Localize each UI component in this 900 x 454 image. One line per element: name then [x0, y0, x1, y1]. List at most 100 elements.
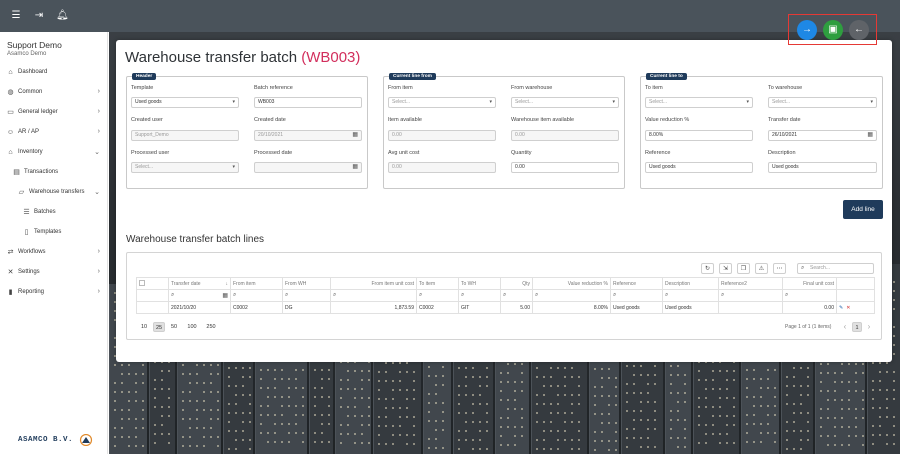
delete-icon[interactable]: ✕ [846, 305, 850, 311]
building-window [399, 380, 401, 382]
processed-user-placeholder: Select... [135, 164, 154, 170]
more-button[interactable]: ⋯ [773, 263, 786, 274]
building-window [514, 363, 516, 365]
building-window [615, 404, 617, 406]
template-label: Template [131, 85, 154, 91]
refresh-button[interactable]: ↻ [701, 263, 714, 274]
building-window [260, 432, 262, 434]
filter-cell[interactable]: ⌕ [610, 289, 663, 302]
filter-cell[interactable]: ⌕ [532, 289, 611, 302]
transfer-date-input[interactable]: 26/10/2021 ▦ [768, 130, 877, 141]
add-line-button[interactable]: Add line [843, 200, 883, 219]
building-window [161, 415, 163, 417]
column-header[interactable]: Description [662, 277, 719, 290]
select-all-cell[interactable] [136, 277, 169, 290]
processed-date-input[interactable]: ▦ [254, 162, 362, 173]
column-header[interactable]: To item [416, 277, 459, 290]
building-window [385, 407, 387, 409]
to-item-select[interactable]: Select... ▾ [645, 97, 753, 108]
reference-input[interactable]: Used goods [645, 162, 753, 173]
page-size-option[interactable]: 50 [168, 322, 180, 332]
column-header[interactable]: Transfer date ↓ [168, 277, 231, 290]
column-header[interactable]: From WH [282, 277, 331, 290]
building-window [347, 388, 349, 390]
filter-cell[interactable]: ⌕ [782, 289, 837, 302]
building-window [135, 436, 137, 438]
quantity-input[interactable]: 0.00 [511, 162, 619, 173]
filter-cell[interactable]: ⌕ ▦ [168, 289, 231, 302]
table-row[interactable]: 2021/10/20 C0002 DG 1,873.59 C0002 GIT 5… [136, 301, 875, 314]
filter-cell[interactable]: ⌕ [662, 289, 719, 302]
building-window [235, 439, 237, 441]
filter-cell[interactable]: ⌕ [330, 289, 417, 302]
sidebar-item-settings[interactable]: ✕ Settings › [6, 265, 106, 279]
building-window [677, 374, 679, 376]
sidebar-item-general-ledger[interactable]: ▭ General ledger › [6, 105, 106, 119]
column-header[interactable]: From item [230, 277, 283, 290]
back-button[interactable]: ← [849, 20, 869, 40]
value-reduction-input[interactable]: 8.00% [645, 130, 753, 141]
template-select[interactable]: Used goods ▾ [131, 97, 239, 108]
sidebar-item-transactions[interactable]: ▤ Transactions [12, 165, 106, 179]
column-header[interactable]: To WH [458, 277, 501, 290]
sidebar-item-inventory[interactable]: ⌂ Inventory ⌄ [6, 145, 106, 159]
process-button[interactable]: → [797, 20, 817, 40]
filter-cell[interactable]: ⌕ [230, 289, 283, 302]
batch-reference-input[interactable]: WB003 [254, 97, 362, 108]
page-size-option[interactable]: 100 [184, 322, 200, 332]
building-window [793, 448, 795, 450]
bell-icon[interactable]: 🔔︎ [56, 10, 69, 22]
sidebar-item-batches[interactable]: ☰ Batches [22, 205, 106, 219]
filter-cell[interactable]: ⌕ [458, 289, 501, 302]
grid-search-input[interactable]: ⌕ Search... [797, 263, 874, 274]
filter-cell[interactable]: ⌕ [500, 289, 533, 302]
column-header[interactable]: Reference2 [718, 277, 783, 290]
page-size-option[interactable]: 250 [203, 322, 219, 332]
page-size-option-active[interactable]: 25 [153, 322, 165, 332]
sidebar-item-reporting[interactable]: ▮ Reporting › [6, 285, 106, 299]
page-size-option[interactable]: 10 [138, 322, 150, 332]
building-window [862, 390, 864, 392]
sidebar-item-dashboard[interactable]: ⌂ Dashboard [6, 65, 106, 79]
save-button[interactable]: ▣ [823, 20, 843, 40]
company-info[interactable]: Support Demo Asamco Demo [7, 40, 62, 57]
column-header[interactable]: Final unit cost [782, 277, 837, 290]
column-header[interactable]: Value reduction % [532, 277, 611, 290]
copy-button[interactable]: ❐ [737, 263, 750, 274]
sidebar-item-workflows[interactable]: ⇄ Workflows › [6, 245, 106, 259]
prev-page-icon[interactable]: ‹ [840, 322, 850, 332]
sidebar-item-common[interactable]: ◍ Common › [6, 85, 106, 99]
building-window [385, 398, 387, 400]
building-window [615, 386, 617, 388]
from-warehouse-select[interactable]: Select... ▾ [511, 97, 619, 108]
sidebar-item-ar-ap[interactable]: ☺ AR / AP › [6, 125, 106, 139]
from-item-select[interactable]: Select... ▾ [388, 97, 496, 108]
column-header[interactable]: Qty [500, 277, 533, 290]
next-page-icon[interactable]: › [864, 322, 874, 332]
building-window [536, 421, 538, 423]
current-page-button[interactable]: 1 [852, 322, 862, 332]
row-select-cell[interactable] [136, 301, 169, 314]
description-input[interactable]: Used goods [768, 162, 877, 173]
menu-icon[interactable]: ☰ [10, 10, 22, 22]
filter-cell[interactable]: ⌕ [416, 289, 459, 302]
column-header[interactable]: From item unit cost [330, 277, 417, 290]
warning-button[interactable]: ⚠ [755, 263, 768, 274]
building-window [135, 391, 137, 393]
to-warehouse-select[interactable]: Select... ▾ [768, 97, 877, 108]
sidebar-item-warehouse-transfers[interactable]: ▱ Warehouse transfers ⌄ [17, 185, 106, 199]
processed-user-select[interactable]: Select... ▾ [131, 162, 239, 173]
logout-icon[interactable]: ⇥ [33, 10, 45, 22]
calendar-icon: ▦ [352, 132, 358, 138]
building-window [647, 419, 649, 421]
sidebar-item-templates[interactable]: ▯ Templates [22, 225, 106, 239]
arrow-left-icon: ← [854, 24, 864, 35]
building-window [267, 396, 269, 398]
export-button[interactable]: ⇲ [719, 263, 732, 274]
filter-cell[interactable]: ⌕ [282, 289, 331, 302]
column-header[interactable]: Reference [610, 277, 663, 290]
edit-icon[interactable]: ✎ [839, 305, 843, 311]
filter-cell[interactable]: ⌕ [718, 289, 783, 302]
building-window [536, 448, 538, 450]
building-window [767, 369, 769, 371]
